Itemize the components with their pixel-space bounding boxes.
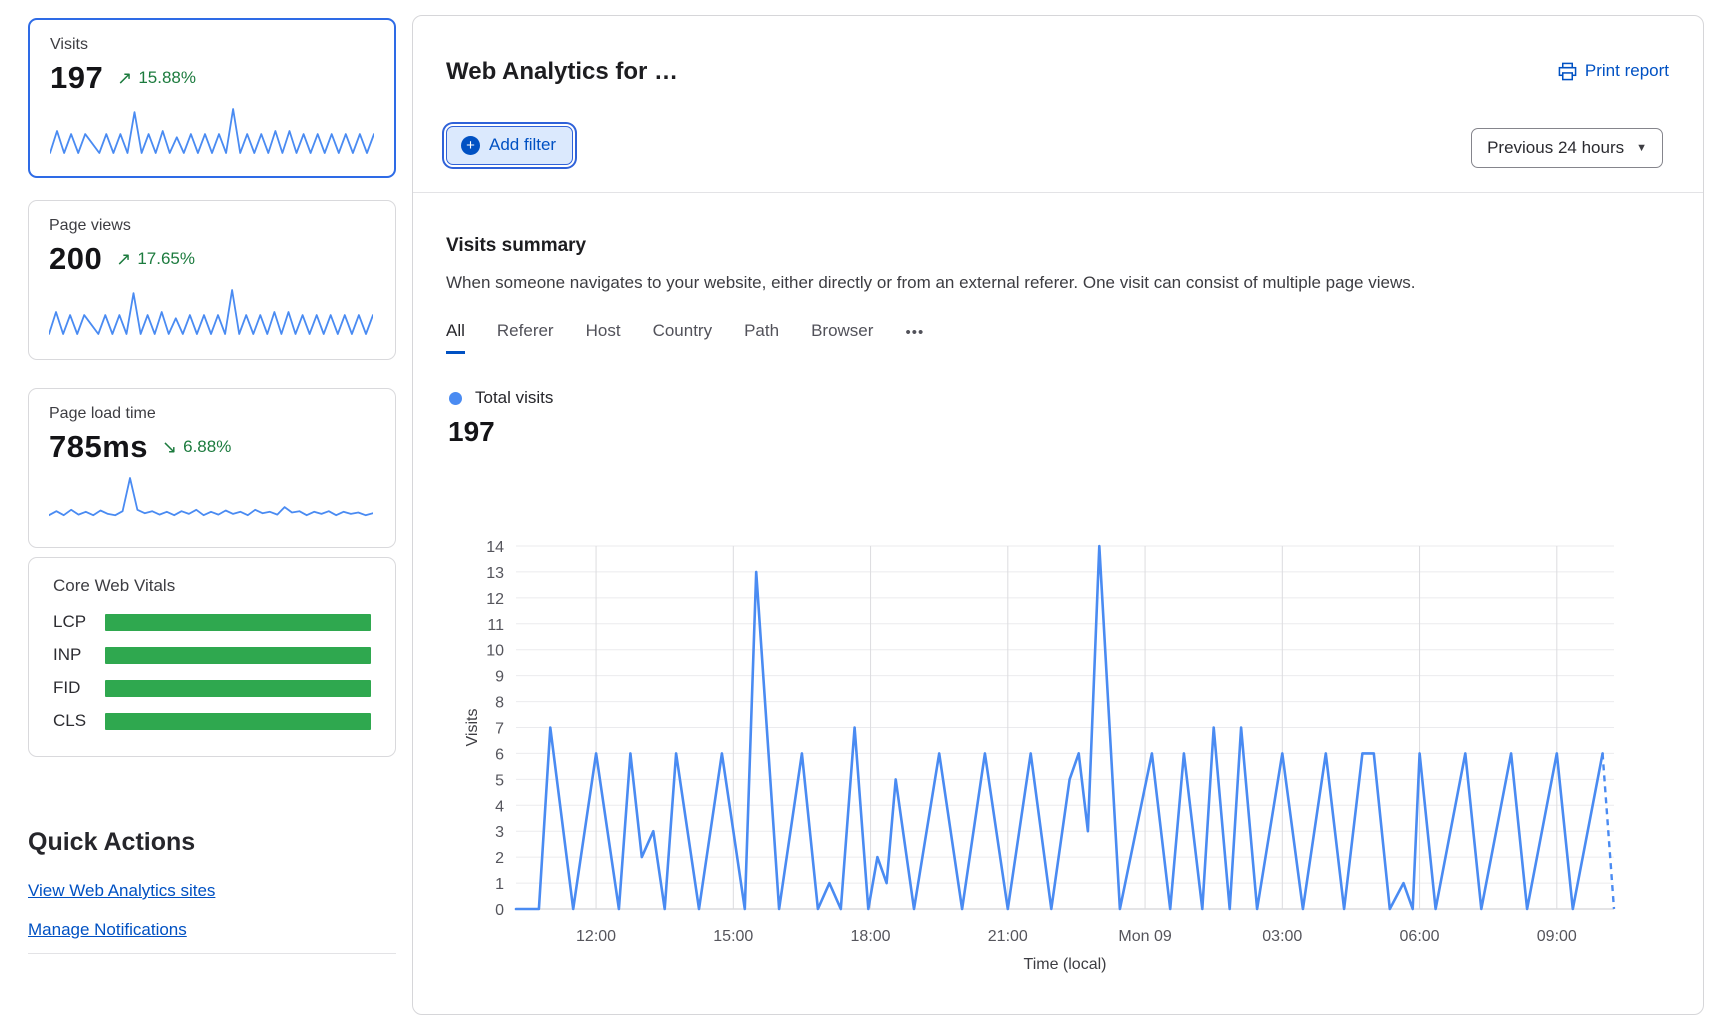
chart-legend: Total visits bbox=[449, 388, 553, 408]
cwv-metric-label: LCP bbox=[53, 612, 105, 632]
sparkline-chart bbox=[49, 285, 375, 342]
svg-text:6: 6 bbox=[495, 746, 504, 763]
core-web-vitals-title: Core Web Vitals bbox=[53, 576, 371, 596]
legend-dot-icon bbox=[449, 392, 462, 405]
metric-card-page-views[interactable]: Page views 200 ↗ 17.65% bbox=[28, 200, 396, 360]
metric-trend: ↗ 15.88% bbox=[117, 68, 196, 89]
trend-value: 15.88% bbox=[138, 68, 196, 88]
svg-text:2: 2 bbox=[495, 850, 504, 867]
cwv-metric-label: FID bbox=[53, 678, 105, 698]
sidebar-divider bbox=[28, 953, 396, 954]
trend-up-icon: ↗ bbox=[117, 68, 132, 89]
svg-text:4: 4 bbox=[495, 798, 504, 815]
plus-circle-icon: + bbox=[461, 136, 480, 155]
dimension-tabs: All Referer Host Country Path Browser ••… bbox=[446, 321, 924, 354]
svg-text:7: 7 bbox=[495, 721, 504, 738]
svg-text:12: 12 bbox=[486, 591, 504, 608]
visits-summary-description: When someone navigates to your website, … bbox=[446, 273, 1669, 293]
svg-text:21:00: 21:00 bbox=[988, 928, 1028, 945]
metric-value: 197 bbox=[50, 60, 103, 96]
cwv-good-bar bbox=[105, 647, 371, 664]
svg-text:0: 0 bbox=[495, 902, 504, 919]
tab-browser[interactable]: Browser bbox=[811, 321, 873, 354]
svg-text:3: 3 bbox=[495, 824, 504, 841]
trend-down-icon: ↘ bbox=[162, 437, 177, 458]
trend-value: 6.88% bbox=[183, 437, 231, 457]
core-web-vitals-card: Core Web Vitals LCP INP FID CLS bbox=[28, 557, 396, 757]
svg-text:15:00: 15:00 bbox=[713, 928, 753, 945]
metric-value: 785ms bbox=[49, 429, 148, 465]
svg-text:9: 9 bbox=[495, 669, 504, 686]
visits-line-chart: 0123456789101112131412:0015:0018:0021:00… bbox=[461, 471, 1701, 981]
metric-label: Visits bbox=[50, 36, 374, 54]
svg-text:13: 13 bbox=[486, 565, 504, 582]
metric-trend: ↘ 6.88% bbox=[162, 437, 231, 458]
chevron-down-icon: ▼ bbox=[1636, 142, 1647, 154]
sidebar: Visits 197 ↗ 15.88% Page views 200 ↗ 17.… bbox=[28, 0, 396, 988]
svg-text:03:00: 03:00 bbox=[1262, 928, 1302, 945]
total-visits-value: 197 bbox=[448, 416, 495, 448]
svg-text:11: 11 bbox=[487, 617, 504, 634]
trend-up-icon: ↗ bbox=[116, 249, 131, 270]
cwv-metric-label: CLS bbox=[53, 711, 105, 731]
svg-text:10: 10 bbox=[486, 643, 504, 660]
tab-path[interactable]: Path bbox=[744, 321, 779, 354]
svg-text:12:00: 12:00 bbox=[576, 928, 616, 945]
tab-all[interactable]: All bbox=[446, 321, 465, 354]
sparkline-chart bbox=[49, 473, 375, 530]
svg-text:09:00: 09:00 bbox=[1537, 928, 1577, 945]
metric-trend: ↗ 17.65% bbox=[116, 249, 195, 270]
link-view-web-analytics-sites[interactable]: View Web Analytics sites bbox=[28, 881, 215, 901]
cwv-good-bar bbox=[105, 713, 371, 730]
metric-label: Page load time bbox=[49, 405, 375, 423]
svg-text:5: 5 bbox=[495, 772, 504, 789]
add-filter-label: Add filter bbox=[489, 135, 556, 155]
legend-label: Total visits bbox=[475, 388, 553, 408]
svg-text:Time (local): Time (local) bbox=[1024, 956, 1107, 973]
metric-card-visits[interactable]: Visits 197 ↗ 15.88% bbox=[28, 18, 396, 178]
tabs-overflow-icon[interactable]: ••• bbox=[905, 321, 924, 354]
sparkline-chart bbox=[50, 104, 374, 161]
cwv-row-cls: CLS bbox=[53, 711, 371, 731]
svg-text:06:00: 06:00 bbox=[1400, 928, 1440, 945]
printer-icon bbox=[1558, 62, 1577, 81]
add-filter-button[interactable]: + Add filter bbox=[446, 126, 573, 165]
metric-card-page-load-time[interactable]: Page load time 785ms ↘ 6.88% bbox=[28, 388, 396, 548]
web-analytics-panel: Web Analytics for … Print report + Add f… bbox=[412, 15, 1704, 1015]
metric-value: 200 bbox=[49, 241, 102, 277]
metric-label: Page views bbox=[49, 217, 375, 235]
header-divider bbox=[413, 192, 1703, 193]
cwv-row-fid: FID bbox=[53, 678, 371, 698]
print-report-link[interactable]: Print report bbox=[1558, 61, 1669, 81]
svg-text:1: 1 bbox=[495, 876, 504, 893]
visits-summary-title: Visits summary bbox=[446, 235, 1669, 257]
print-report-label: Print report bbox=[1585, 61, 1669, 81]
trend-value: 17.65% bbox=[137, 249, 195, 269]
page-title: Web Analytics for … bbox=[446, 58, 1669, 86]
link-manage-notifications[interactable]: Manage Notifications bbox=[28, 920, 187, 940]
cwv-metric-label: INP bbox=[53, 645, 105, 665]
svg-text:18:00: 18:00 bbox=[851, 928, 891, 945]
cwv-good-bar bbox=[105, 680, 371, 697]
time-range-label: Previous 24 hours bbox=[1487, 138, 1624, 158]
quick-actions-title: Quick Actions bbox=[28, 828, 195, 857]
svg-text:8: 8 bbox=[495, 695, 504, 712]
svg-text:Visits: Visits bbox=[464, 709, 481, 747]
tab-host[interactable]: Host bbox=[586, 321, 621, 354]
time-range-dropdown[interactable]: Previous 24 hours ▼ bbox=[1471, 128, 1663, 168]
cwv-good-bar bbox=[105, 614, 371, 631]
svg-text:Mon 09: Mon 09 bbox=[1118, 928, 1171, 945]
cwv-row-inp: INP bbox=[53, 645, 371, 665]
cwv-row-lcp: LCP bbox=[53, 612, 371, 632]
svg-text:14: 14 bbox=[486, 539, 504, 556]
tab-referer[interactable]: Referer bbox=[497, 321, 554, 354]
tab-country[interactable]: Country bbox=[653, 321, 713, 354]
